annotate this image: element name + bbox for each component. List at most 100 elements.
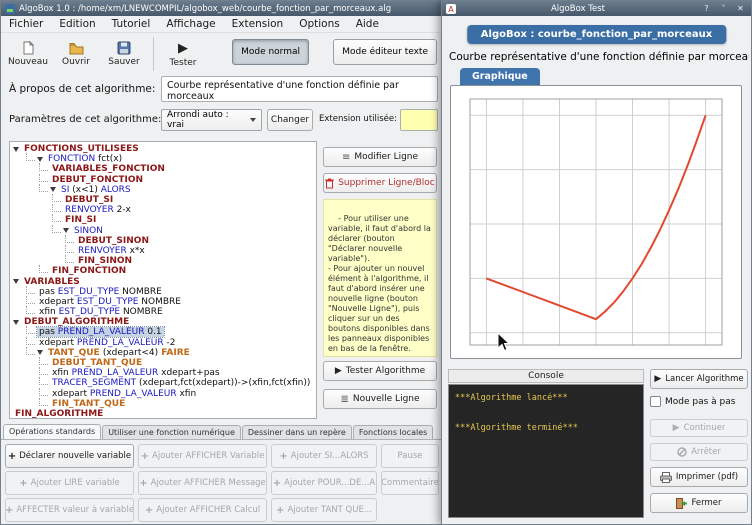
changer-button[interactable]: Changer bbox=[267, 109, 313, 131]
tree-line[interactable]: FONCTIONS_UTILISEES bbox=[10, 144, 316, 154]
nouveau-button[interactable]: Nouveau bbox=[5, 35, 51, 73]
op-button-label: Commentaire bbox=[381, 478, 439, 488]
menu-item-edition[interactable]: Edition bbox=[51, 16, 103, 32]
tree-line[interactable]: xdepart EST_DU_TYPE NOMBRE bbox=[10, 297, 316, 307]
tree-line[interactable]: FIN_FONCTION bbox=[10, 266, 316, 276]
tree-line[interactable]: VARIABLES_FONCTION bbox=[10, 164, 316, 174]
op-button-ajouter-afficher-calcul[interactable]: +Ajouter AFFICHER Calcul bbox=[138, 498, 267, 522]
menu-item-options[interactable]: Options bbox=[291, 16, 348, 32]
plus-icon: + bbox=[8, 451, 16, 462]
tree-line-text: xdepart PREND_LA_VALEUR -2 bbox=[37, 338, 177, 348]
plus-icon: + bbox=[279, 451, 287, 462]
op-button-ajouter-tant-que-[interactable]: +Ajouter TANT QUE... bbox=[271, 498, 377, 522]
tree-line[interactable]: DEBUT_FONCTION bbox=[10, 175, 316, 185]
menu-item-aide[interactable]: Aide bbox=[348, 16, 387, 32]
sauver-button[interactable]: Sauver bbox=[101, 35, 147, 73]
expander-icon[interactable] bbox=[63, 228, 69, 233]
arrondi-combo[interactable]: Arrondi auto : vrai bbox=[161, 109, 262, 131]
op-button-affecter-valeur-variable[interactable]: +AFFECTER valeur à variable bbox=[5, 498, 134, 522]
menu-bar: FichierEditionTutorielAffichageExtension… bbox=[1, 16, 443, 33]
tree-line[interactable]: FIN_SINON bbox=[10, 256, 316, 266]
op-button-ajouter-si-alors[interactable]: +Ajouter SI...ALORS bbox=[271, 444, 377, 468]
changer-label: Changer bbox=[271, 115, 309, 125]
menu-item-affichage[interactable]: Affichage bbox=[158, 16, 223, 32]
menu-item-extension[interactable]: Extension bbox=[224, 16, 292, 32]
expander-icon[interactable] bbox=[50, 187, 56, 192]
expander-icon[interactable] bbox=[13, 147, 19, 152]
test-titlebar[interactable]: A AlgoBox Test ? ˅ ✕ bbox=[442, 1, 751, 16]
tree-line[interactable]: TANT_QUE (xdepart<4) FAIRE bbox=[10, 348, 316, 358]
fermer-button[interactable]: Fermer bbox=[650, 493, 748, 513]
mode-pas-a-pas-row[interactable]: Mode pas à pas bbox=[650, 396, 748, 407]
tree-line[interactable]: xdepart PREND_LA_VALEUR -2 bbox=[10, 338, 316, 348]
tree-line-text: FIN_ALGORITHME bbox=[13, 409, 105, 419]
expander-icon[interactable] bbox=[37, 350, 43, 355]
mode-pas-a-pas-checkbox[interactable] bbox=[650, 396, 661, 407]
mode-editeur-texte-button[interactable]: Mode éditeur texte bbox=[333, 39, 437, 65]
expander-icon[interactable] bbox=[13, 320, 19, 325]
arreter-button[interactable]: Arrêter bbox=[650, 443, 748, 461]
op-button-pause[interactable]: Pause bbox=[381, 444, 439, 468]
tree-line[interactable]: xfin PREND_LA_VALEUR xdepart+pas bbox=[10, 368, 316, 378]
printer-icon bbox=[660, 472, 672, 483]
modifier-ligne-button[interactable]: ≡ Modifier Ligne bbox=[323, 147, 437, 167]
tree-line[interactable]: FIN_ALGORITHME bbox=[10, 409, 316, 419]
op-button-commentaire[interactable]: Commentaire bbox=[381, 471, 439, 495]
tree-line[interactable]: TRACER_SEGMENT (xdepart,fct(xdepart))->(… bbox=[10, 378, 316, 388]
op-empty-cell bbox=[381, 498, 439, 522]
nouvelle-ligne-button[interactable]: ≣ Nouvelle Ligne bbox=[323, 389, 437, 409]
tab-dessiner-dans-un-rep-re[interactable]: Dessiner dans un repère bbox=[242, 425, 352, 439]
lancer-algorithme-button[interactable]: ▶ Lancer Algorithme bbox=[650, 369, 748, 389]
tree-connector-icon bbox=[26, 296, 35, 304]
op-button-ajouter-afficher-variable[interactable]: +Ajouter AFFICHER Variable bbox=[138, 444, 267, 468]
tab-fonctions-locales[interactable]: Fonctions locales bbox=[353, 425, 433, 439]
op-button-label: Déclarer nouvelle variable bbox=[19, 451, 131, 461]
tree-line[interactable]: pas PREND_LA_VALEUR 0.1 bbox=[10, 327, 316, 337]
graph-area[interactable] bbox=[450, 85, 742, 359]
tree-line[interactable]: SINON bbox=[10, 226, 316, 236]
continuer-button[interactable]: ▶ Continuer bbox=[650, 419, 748, 437]
tree-line[interactable]: pas EST_DU_TYPE NOMBRE bbox=[10, 287, 316, 297]
tree-line[interactable]: RENVOYER x*x bbox=[10, 246, 316, 256]
tree-line[interactable]: DEBUT_ALGORITHME bbox=[10, 317, 316, 327]
mode-normal-button[interactable]: Mode normal bbox=[232, 39, 309, 65]
tree-line[interactable]: DEBUT_TANT_QUE bbox=[10, 358, 316, 368]
expander-icon[interactable] bbox=[13, 279, 19, 284]
menu-item-fichier[interactable]: Fichier bbox=[1, 16, 51, 32]
tree-line[interactable]: xfin EST_DU_TYPE NOMBRE bbox=[10, 307, 316, 317]
menu-item-tutoriel[interactable]: Tutoriel bbox=[104, 16, 159, 32]
expander-icon[interactable] bbox=[37, 157, 43, 162]
tab-op-rations-standards[interactable]: Opérations standards bbox=[3, 424, 101, 439]
tree-line[interactable]: VARIABLES bbox=[10, 276, 316, 286]
op-button-ajouter-pour-de-a[interactable]: +Ajouter POUR...DE...A bbox=[271, 471, 377, 495]
tree-line[interactable]: xdepart PREND_LA_VALEUR xfin bbox=[10, 389, 316, 399]
tab-utiliser-une-fonction-num-rique[interactable]: Utiliser une fonction numérique bbox=[102, 425, 241, 439]
console-output[interactable]: ***Algorithme lancé******Algorithme term… bbox=[448, 384, 644, 518]
plus-icon: + bbox=[145, 505, 153, 516]
supprimer-ligne-button[interactable]: Supprimer Ligne/Bloc bbox=[323, 173, 437, 193]
tester-algorithme-button[interactable]: ▶ Tester Algorithme bbox=[323, 361, 437, 381]
imprimer-label: Imprimer (pdf) bbox=[676, 472, 738, 482]
tree-line[interactable]: DEBUT_SINON bbox=[10, 236, 316, 246]
op-button-ajouter-afficher-message[interactable]: +Ajouter AFFICHER Message bbox=[138, 471, 267, 495]
plus-icon: + bbox=[139, 478, 147, 489]
tree-line-text: TRACER_SEGMENT (xdepart,fct(xdepart))->(… bbox=[50, 378, 312, 388]
op-button-ajouter-lire-variable[interactable]: +Ajouter LIRE variable bbox=[5, 471, 134, 495]
tester-button[interactable]: ▶ Tester bbox=[160, 35, 206, 73]
close-window-button[interactable]: ✕ bbox=[734, 4, 747, 13]
tree-connector-icon bbox=[39, 357, 48, 365]
apropos-field[interactable]: Courbe représentative d'une fonction déf… bbox=[161, 76, 438, 102]
algorithm-tree[interactable]: FONCTIONS_UTILISEESFONCTION fct(x)VARIAB… bbox=[9, 141, 317, 419]
tree-line[interactable]: FIN_TANT_QUE bbox=[10, 399, 316, 409]
help-window-button[interactable]: ? bbox=[700, 4, 713, 13]
imprimer-pdf-button[interactable]: Imprimer (pdf) bbox=[650, 467, 748, 487]
extension-field[interactable] bbox=[400, 109, 438, 131]
graph-canvas[interactable] bbox=[456, 91, 736, 353]
window-title: AlgoBox 1.0 : /home/xm/LNEWCOMPIL/algobo… bbox=[19, 4, 439, 14]
tab-graphique[interactable]: Graphique bbox=[460, 68, 540, 85]
tree-line[interactable]: FONCTION fct(x) bbox=[10, 154, 316, 164]
op-button-d-clarer-nouvelle-variable[interactable]: +Déclarer nouvelle variable bbox=[5, 444, 134, 468]
minimize-window-button[interactable]: ˅ bbox=[717, 4, 730, 13]
main-titlebar[interactable]: AlgoBox 1.0 : /home/xm/LNEWCOMPIL/algobo… bbox=[1, 1, 443, 16]
ouvrir-button[interactable]: Ouvrir bbox=[53, 35, 99, 73]
